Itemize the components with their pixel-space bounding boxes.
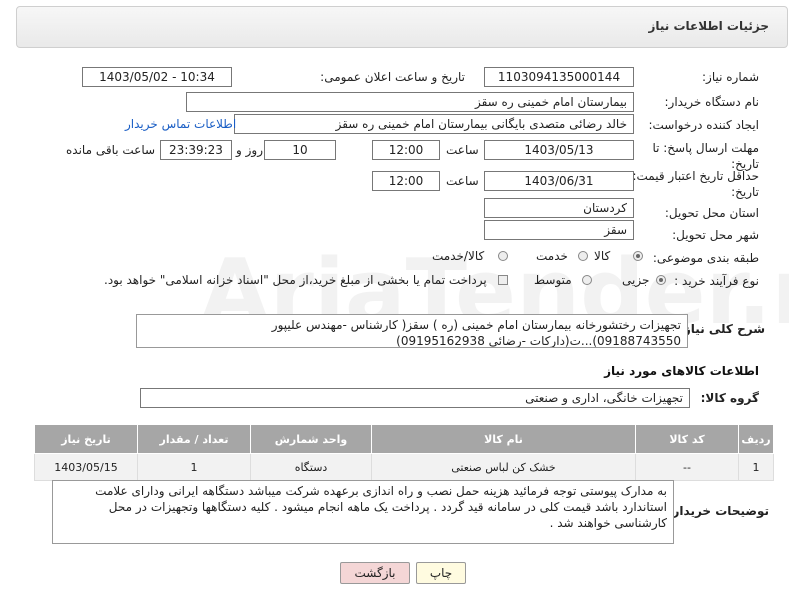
cell-code: -- (635, 453, 739, 481)
buyer-notes-label: توضیحات خریدار: (667, 504, 769, 518)
col-unit: واحد شمارش (250, 424, 372, 454)
print-button[interactable]: چاپ (416, 562, 466, 584)
validity-date-field[interactable]: 1403/06/31 (484, 171, 634, 191)
col-name: نام کالا (371, 424, 636, 454)
process-option-minor: جزیی (622, 273, 650, 287)
province-field[interactable]: کردستان (484, 198, 634, 218)
buyer-org-field[interactable]: بیمارستان امام خمینی ره سقز (186, 92, 634, 112)
category-option-both: کالا/خدمت (432, 249, 485, 263)
validity-time-label: ساعت (446, 174, 479, 188)
items-table: ردیف کد کالا نام کالا واحد شمارش تعداد /… (34, 424, 774, 481)
page-title: جزئیات اطلاعات نیاز (648, 19, 769, 33)
need-number-field[interactable]: 1103094135000144 (484, 67, 634, 87)
goods-group-field[interactable]: تجهیزات خانگی، اداری و صنعتی (140, 388, 690, 408)
header-panel: جزئیات اطلاعات نیاز (16, 6, 788, 48)
goods-info-heading: اطلاعات کالاهای مورد نیاز (604, 364, 759, 378)
items-table-header: ردیف کد کالا نام کالا واحد شمارش تعداد /… (34, 424, 774, 454)
process-label: نوع فرآیند خرید : (674, 274, 759, 288)
creator-field[interactable]: خالد رضائی متصدی بایگانی بیمارستان امام … (234, 114, 634, 134)
city-label: شهر محل تحویل: (672, 228, 759, 242)
treasury-checkbox[interactable] (498, 275, 508, 285)
deadline-date-field[interactable]: 1403/05/13 (484, 140, 634, 160)
treasury-note: پرداخت تمام یا بخشی از مبلغ خرید،از محل … (104, 273, 487, 287)
announce-datetime-label: تاریخ و ساعت اعلان عمومی: (320, 70, 465, 84)
process-radio-medium[interactable] (582, 275, 592, 285)
cell-need-date: 1403/05/15 (34, 453, 138, 481)
cell-quantity: 1 (137, 453, 251, 481)
cell-unit: دستگاه (250, 453, 372, 481)
validity-time-field[interactable]: 12:00 (372, 171, 440, 191)
category-option-goods: کالا (594, 249, 611, 263)
category-option-service: خدمت (536, 249, 568, 263)
category-radio-both[interactable] (498, 251, 508, 261)
process-radio-minor[interactable] (656, 275, 666, 285)
goods-group-label: گروه کالا: (700, 391, 759, 405)
back-button[interactable]: بازگشت (340, 562, 410, 584)
description-textarea[interactable]: تجهیزات رختشورخانه بیمارستان امام خمینی … (136, 314, 688, 348)
col-code: کد کالا (635, 424, 739, 454)
buyer-notes-textarea[interactable]: به مدارک پیوستی توجه فرمائید هزینه حمل ن… (52, 480, 674, 544)
cell-name: خشک کن لباس صنعتی (371, 453, 636, 481)
creator-label: ایجاد کننده درخواست: (648, 118, 759, 132)
province-label: استان محل تحویل: (664, 206, 759, 220)
cell-row: 1 (738, 453, 774, 481)
description-label: شرح کلی نیاز: (679, 322, 765, 336)
announce-datetime-field[interactable]: 1403/05/02 - 10:34 (82, 67, 232, 87)
deadline-time-field[interactable]: 12:00 (372, 140, 440, 160)
col-need-date: تاریخ نیاز (34, 424, 138, 454)
city-field[interactable]: سقز (484, 220, 634, 240)
col-row: ردیف (738, 424, 774, 454)
process-option-medium: متوسط (534, 273, 572, 287)
col-quantity: تعداد / مقدار (137, 424, 251, 454)
days-remaining-field[interactable]: 10 (264, 140, 336, 160)
category-radio-goods[interactable] (633, 251, 643, 261)
category-radio-service[interactable] (578, 251, 588, 261)
buyer-contact-link[interactable]: اطلاعات تماس خریدار (125, 117, 236, 131)
days-and-label: روز و (236, 143, 263, 157)
time-remaining-field[interactable]: 23:39:23 (160, 140, 232, 160)
category-label: طبقه بندی موضوعی: (652, 251, 759, 265)
table-row[interactable]: 1 -- خشک کن لباس صنعتی دستگاه 1 1403/05/… (34, 453, 774, 481)
need-number-label: شماره نیاز: (702, 70, 759, 84)
buyer-org-label: نام دستگاه خریدار: (664, 95, 760, 109)
remaining-label: ساعت باقی مانده (66, 143, 156, 157)
deadline-time-label: ساعت (446, 143, 479, 157)
